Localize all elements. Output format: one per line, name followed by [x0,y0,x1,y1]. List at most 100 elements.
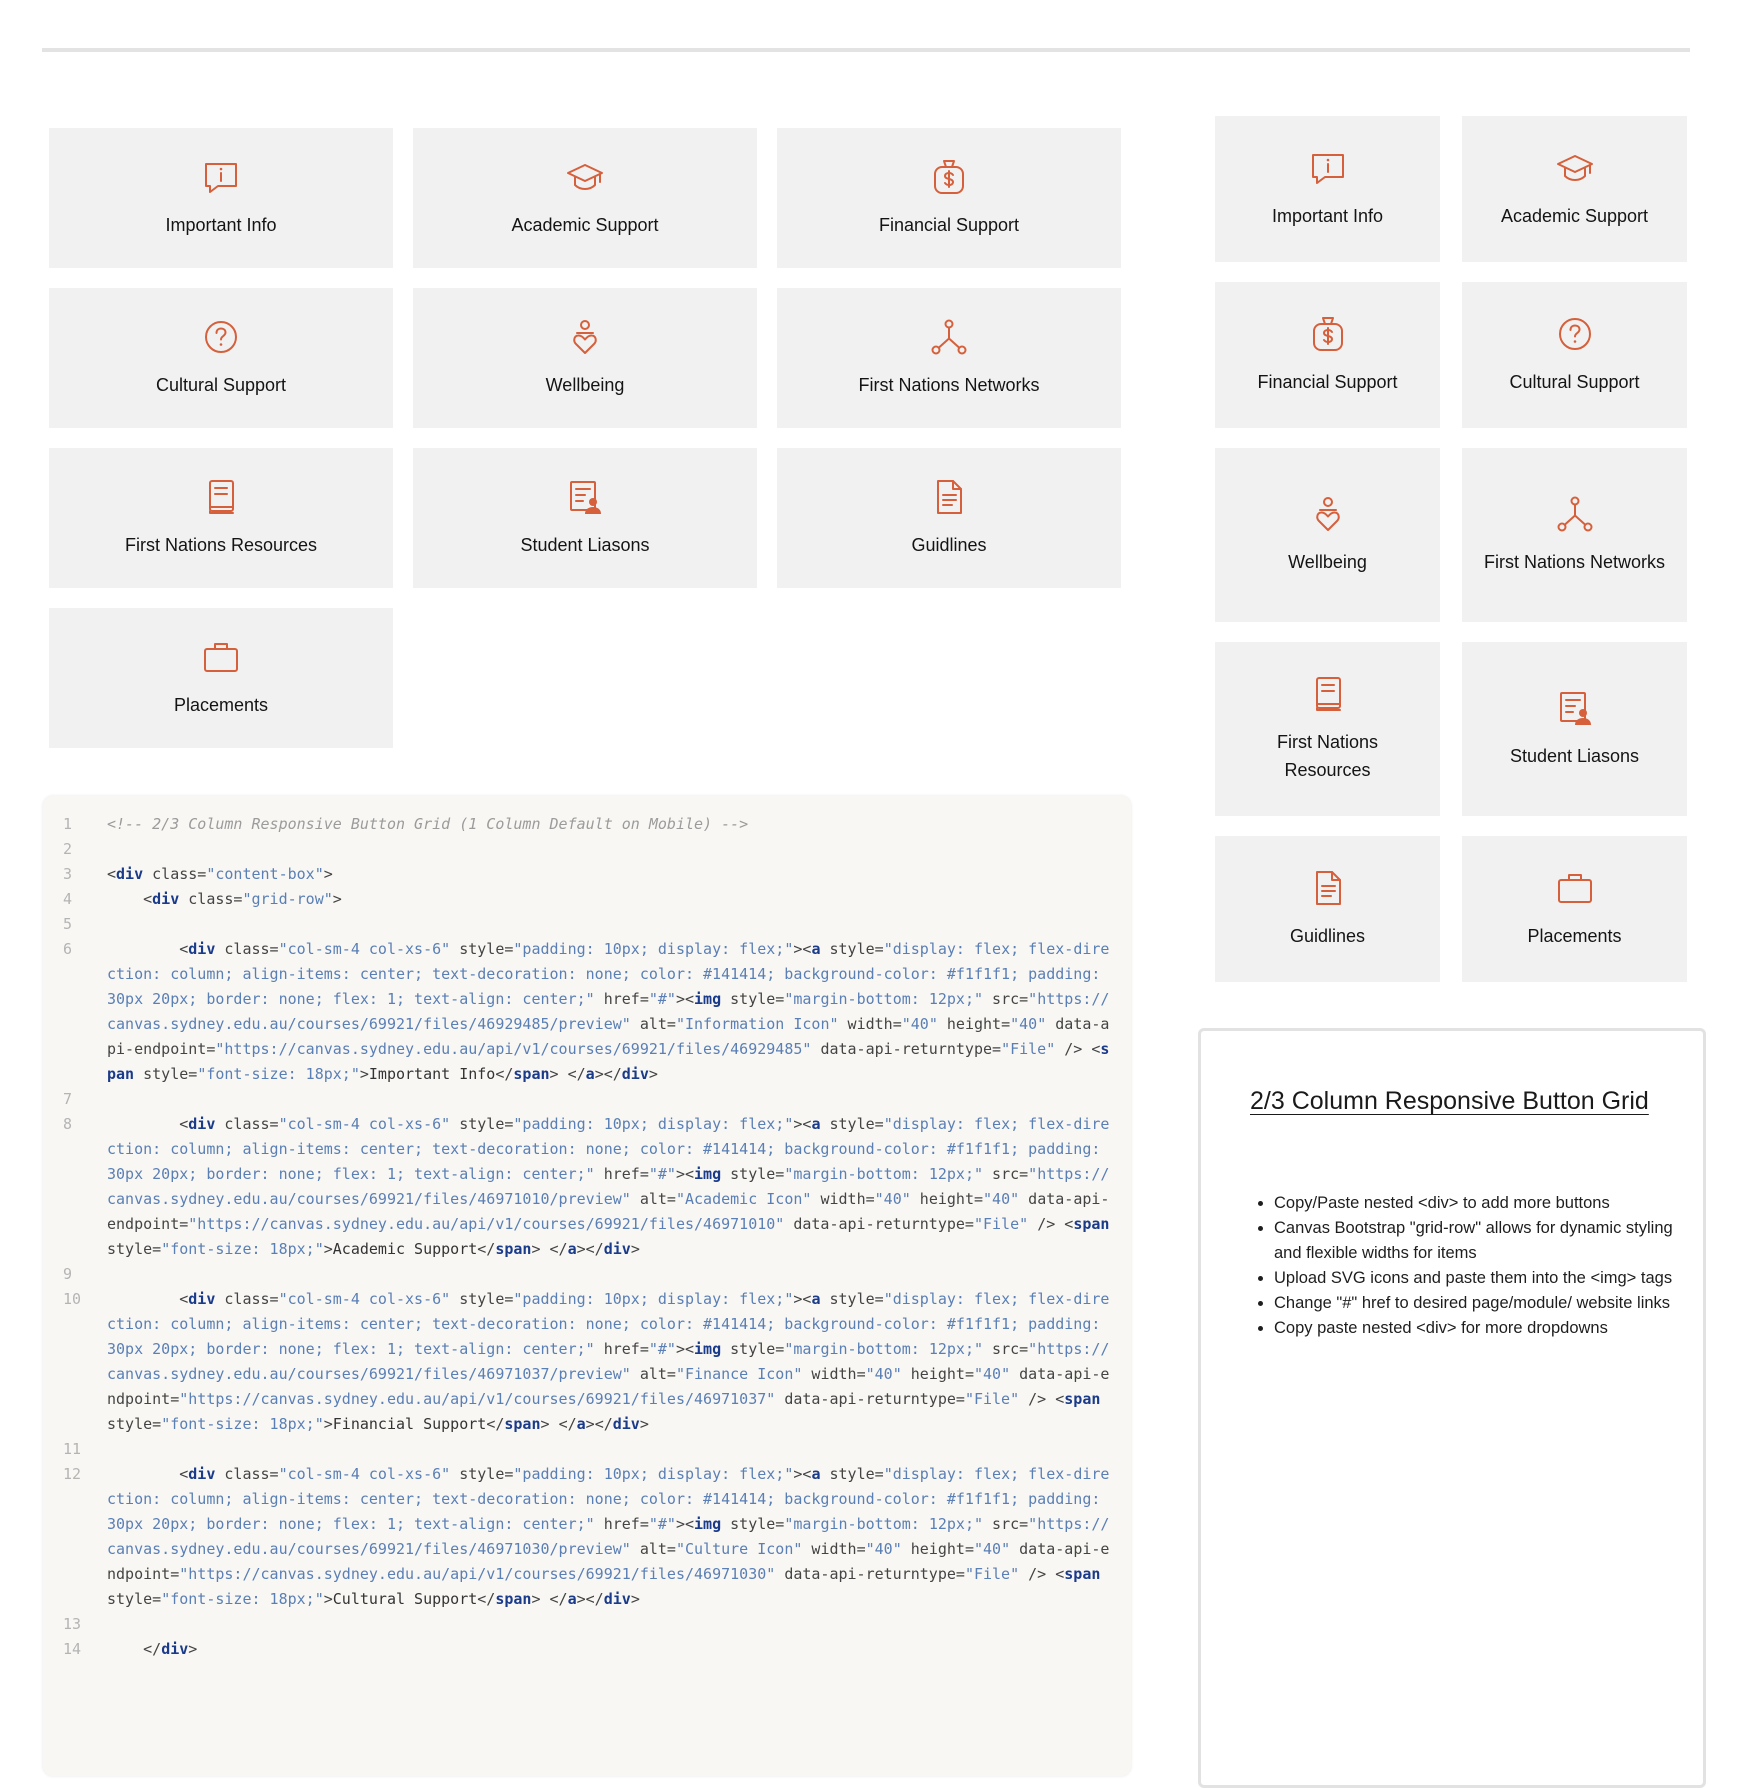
line-number: 10 [63,1290,82,1308]
person-heart-icon [1308,494,1348,534]
button-cultural-support[interactable]: Cultural Support [1462,282,1687,428]
money-bag-icon [929,157,969,197]
button-wellbeing[interactable]: Wellbeing [413,288,757,428]
button-label: Academic Support [1500,206,1649,226]
instructions-list: Copy/Paste nested <div> to add more butt… [1250,1191,1684,1341]
code-text: <div class="grid-row"> [143,890,342,908]
code-line: 2 [57,837,1111,862]
button-label: Financial Support [1257,372,1398,392]
code-line: 14 </div> [57,1637,1111,1662]
line-number: 13 [63,1615,82,1633]
button-label: Wellbeing [1288,552,1367,572]
button-important-info[interactable]: Important Info [1215,116,1440,262]
button-first-nations-networks[interactable]: First Nations Networks [777,288,1121,428]
button-label: Important Info [1271,206,1384,226]
button-placements[interactable]: Placements [1462,836,1687,982]
button-label: Placements [173,695,269,715]
briefcase-icon [1555,868,1595,908]
button-label: Guidlines [911,535,987,555]
book-icon [1308,674,1348,714]
button-label: Wellbeing [545,375,625,395]
button-label: Cultural Support [155,375,287,395]
document-icon [1308,868,1348,908]
line-number: 6 [63,940,73,958]
code-line: 12 <div class="col-sm-4 col-xs-6" style=… [57,1462,1111,1612]
code-text: <div class="col-sm-4 col-xs-6" style="pa… [107,1290,1110,1433]
button-financial-support[interactable]: Financial Support [777,128,1121,268]
button-label: Cultural Support [1509,372,1640,392]
code-text: <div class="col-sm-4 col-xs-6" style="pa… [107,940,1110,1083]
instruction-item: Copy paste nested <div> for more dropdow… [1274,1316,1684,1341]
code-text: <div class="col-sm-4 col-xs-6" style="pa… [107,1115,1110,1258]
button-important-info[interactable]: Important Info [49,128,393,268]
code-line: 11 [57,1437,1111,1462]
code-line: 3 <div class="content-box"> [57,862,1111,887]
instruction-item: Copy/Paste nested <div> to add more butt… [1274,1191,1684,1216]
button-label: Academic Support [511,215,659,235]
graduation-cap-icon [1555,148,1595,188]
button-label: Guidlines [1289,926,1366,946]
line-number: 4 [63,890,73,908]
line-number: 7 [63,1090,73,1108]
button-financial-support[interactable]: Financial Support [1215,282,1440,428]
question-circle-icon [1555,314,1595,354]
code-line: 8 <div class="col-sm-4 col-xs-6" style="… [57,1112,1111,1262]
button-student-liasons[interactable]: Student Liasons [1462,642,1687,816]
button-cultural-support[interactable]: Cultural Support [49,288,393,428]
button-student-liasons[interactable]: Student Liasons [413,448,757,588]
student-liaison-icon [565,477,605,517]
button-label: First Nations Networks [858,375,1040,395]
person-heart-icon [565,317,605,357]
line-number: 5 [63,915,73,933]
button-label: Student Liasons [1509,746,1640,766]
code-line: 13 [57,1612,1111,1637]
info-icon [1308,148,1348,188]
button-guidlines[interactable]: Guidlines [777,448,1121,588]
button-label: First Nations Networks [1483,552,1666,572]
question-circle-icon [201,317,241,357]
code-line: 7 [57,1087,1111,1112]
line-number: 8 [63,1115,73,1133]
info-panel: 2/3 Column Responsive Button Grid Copy/P… [1198,1028,1706,1788]
code-text: </div> [143,1640,198,1658]
code-line: 4 <div class="grid-row"> [57,887,1111,912]
graduation-cap-icon [565,157,605,197]
code-line: 10 <div class="col-sm-4 col-xs-6" style=… [57,1287,1111,1437]
button-label: First Nations Resources [124,535,318,555]
instruction-item: Change "#" href to desired page/module/ … [1274,1291,1684,1316]
button-placements[interactable]: Placements [49,608,393,748]
code-text: <div class="content-box"> [107,865,333,883]
button-first-nations-resources[interactable]: First Nations Resources [1215,642,1440,816]
briefcase-icon [201,637,241,677]
instruction-item: Canvas Bootstrap "grid-row" allows for d… [1274,1216,1684,1266]
button-academic-support[interactable]: Academic Support [1462,116,1687,262]
line-number: 11 [63,1440,82,1458]
button-label: Important Info [165,215,277,235]
line-number: 2 [63,840,73,858]
student-liaison-icon [1555,688,1595,728]
button-academic-support[interactable]: Academic Support [413,128,757,268]
line-number: 9 [63,1265,73,1283]
money-bag-icon [1308,314,1348,354]
instruction-item: Upload SVG icons and paste them into the… [1274,1266,1684,1291]
button-first-nations-networks[interactable]: First Nations Networks [1462,448,1687,622]
network-icon [929,317,969,357]
network-icon [1555,494,1595,534]
button-guidlines[interactable]: Guidlines [1215,836,1440,982]
book-icon [201,477,241,517]
code-text: <div class="col-sm-4 col-xs-6" style="pa… [107,1465,1110,1608]
button-label: Placements [1527,926,1622,946]
line-number: 1 [63,815,73,833]
three-column-button-grid: Important Info Academic Support Financial … [49,128,1121,748]
button-first-nations-resources[interactable]: First Nations Resources [49,448,393,588]
code-block[interactable]: 1 <!-- 2/3 Column Responsive Button Grid … [43,796,1131,1776]
line-number: 3 [63,865,73,883]
info-icon [201,157,241,197]
button-wellbeing[interactable]: Wellbeing [1215,448,1440,622]
button-label: First Nations Resources [1276,732,1379,780]
